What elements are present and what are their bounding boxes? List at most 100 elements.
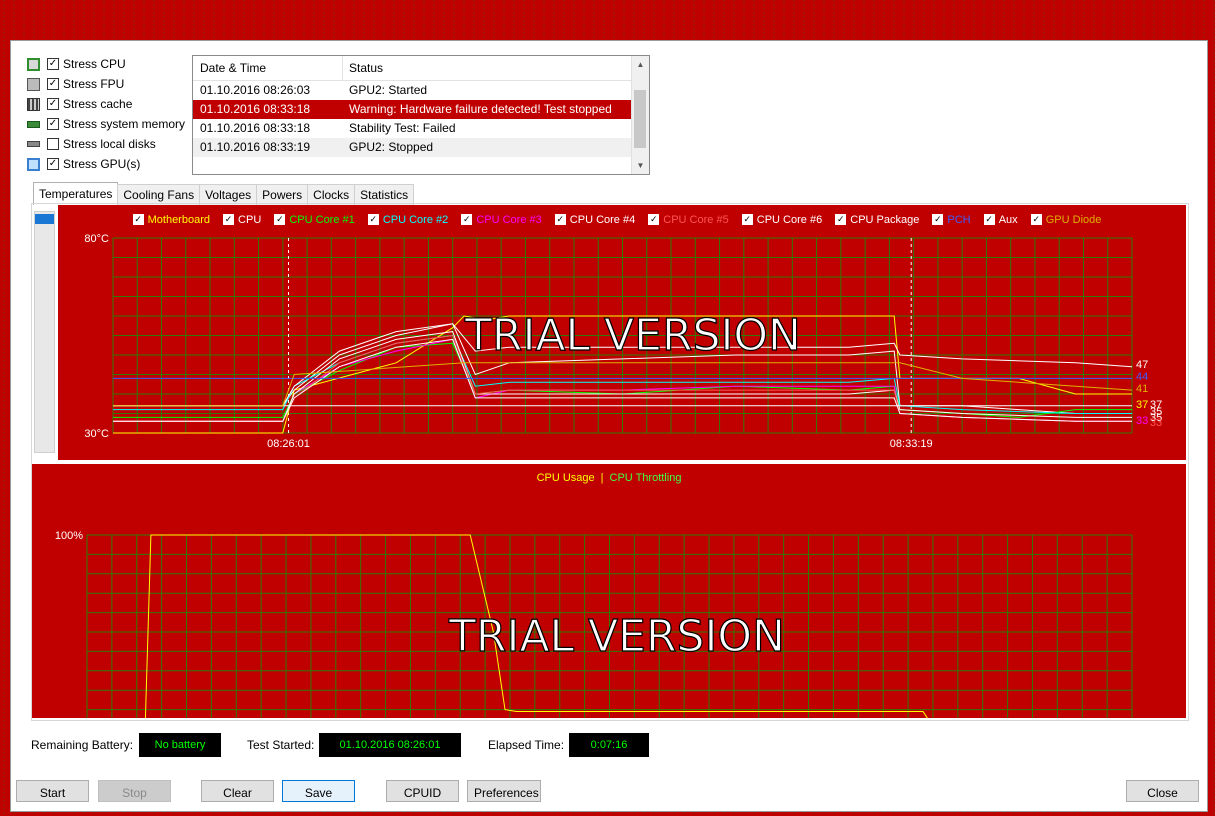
cache-icon: [27, 97, 40, 111]
battery-value: No battery: [139, 733, 221, 757]
scroll-thumb[interactable]: [634, 90, 646, 148]
log-row-error[interactable]: 01.10.2016 08:33:18 Warning: Hardware fa…: [193, 100, 631, 119]
legend-cpu-core-3[interactable]: ✓ CPU Core #3: [461, 214, 542, 226]
test-started-value: 01.10.2016 08:26:01: [319, 733, 461, 757]
stress-memory-label: Stress system memory: [63, 117, 186, 131]
legend-cpu-usage: CPU Usage: [536, 472, 595, 484]
battery-label: Remaining Battery:: [31, 738, 134, 752]
stress-gpu-checkbox[interactable]: ✓: [47, 158, 59, 170]
scroll-up-icon[interactable]: ▲: [632, 56, 649, 73]
monitor-icon: [27, 157, 40, 171]
stress-cpu-checkbox[interactable]: ✓: [47, 58, 59, 70]
log-row[interactable]: 01.10.2016 08:26:03 GPU2: Started: [193, 81, 631, 100]
stress-gpu-row[interactable]: ✓ Stress GPU(s): [27, 154, 197, 174]
sensor-scroll-thumb[interactable]: [35, 214, 54, 224]
y-tick-label: 100%: [55, 530, 83, 542]
legend-separator: |: [600, 472, 604, 484]
tab-powers[interactable]: Powers: [256, 184, 309, 205]
legend-cpu-core-5[interactable]: ✓ CPU Core #5: [648, 214, 729, 226]
legend-checkbox[interactable]: ✓: [274, 214, 286, 225]
legend-cpu-core-2[interactable]: ✓ CPU Core #2: [367, 213, 449, 226]
stress-cache-row[interactable]: ✓ Stress cache: [27, 94, 197, 114]
clear-button[interactable]: Clear: [201, 780, 274, 802]
log-header: Date & Time Status: [193, 56, 649, 81]
stress-options: ✓ Stress CPU ✓ Stress FPU ✓ Stress cache…: [27, 54, 197, 174]
event-log[interactable]: Date & Time Status 01.10.2016 08:26:03 G…: [192, 55, 650, 175]
stress-memory-checkbox[interactable]: ✓: [47, 118, 59, 130]
temperature-chart-svg: 80°C30°C08:26:01 08:33:1947444137 37353533…: [84, 233, 1162, 450]
legend-motherboard[interactable]: ✓ Motherboard: [132, 213, 210, 226]
log-column-datetime[interactable]: Date & Time: [193, 56, 343, 80]
legend-checkbox[interactable]: ✓: [741, 214, 753, 225]
legend-cpu-core-1[interactable]: ✓ CPU Core #1: [274, 214, 355, 226]
stress-disks-label: Stress local disks: [63, 137, 156, 151]
usage-legend: CPU Usage | CPU Throttling: [32, 472, 1186, 484]
fpu-icon: [27, 77, 40, 91]
legend-cpu-core-4[interactable]: ✓ CPU Core #4: [554, 213, 636, 226]
legend-cpu[interactable]: ✓ CPU: [223, 214, 261, 226]
close-button[interactable]: Close: [1126, 780, 1199, 802]
legend-checkbox[interactable]: ✓: [648, 214, 660, 225]
stress-disks-checkbox[interactable]: [47, 138, 59, 150]
log-status: Stability Test: Failed: [349, 121, 456, 135]
stress-memory-row[interactable]: ✓ Stress system memory: [27, 114, 197, 134]
legend-label: Motherboard: [147, 213, 210, 226]
legend-checkbox[interactable]: ✓: [461, 214, 473, 225]
stop-button[interactable]: Stop: [98, 780, 171, 802]
preferences-button[interactable]: Preferences: [467, 780, 541, 802]
legend-checkbox[interactable]: ✓: [932, 214, 944, 225]
tab-cooling-fans[interactable]: Cooling Fans: [117, 184, 201, 205]
temperature-chart: 80°C 30°C 08:26:01 08:33:19 47 44 41 37 37 35 35 33…: [58, 205, 1186, 460]
legend-checkbox[interactable]: ✓: [367, 214, 379, 225]
legend-checkbox[interactable]: ✓: [132, 214, 144, 225]
log-row[interactable]: 01.10.2016 08:33:18 Stability Test: Fail…: [193, 119, 631, 138]
tab-temperatures[interactable]: Temperatures: [33, 182, 119, 205]
log-row[interactable]: 01.10.2016 08:33:19 GPU2: Stopped: [193, 138, 631, 157]
stress-cpu-label: Stress CPU: [63, 57, 126, 71]
log-scrollbar[interactable]: ▲ ▼: [631, 56, 649, 174]
legend-label: CPU Core #4: [569, 213, 636, 226]
stress-cpu-row[interactable]: ✓ Stress CPU: [27, 54, 197, 74]
legend-label: CPU Package: [850, 213, 920, 226]
log-time: 01.10.2016 08:33:19: [200, 140, 311, 154]
legend-label: CPU: [238, 213, 262, 226]
temperature-legend: ✓ Motherboard ✓ CPU ✓ CPU Core #1 ✓ CPU Core…: [58, 213, 1186, 226]
stress-fpu-checkbox[interactable]: ✓: [47, 78, 59, 90]
cpuid-button[interactable]: CPUID: [386, 780, 459, 802]
legend-checkbox[interactable]: ✓: [835, 214, 847, 225]
legend-checkbox[interactable]: ✓: [554, 214, 566, 225]
start-button[interactable]: Start: [16, 780, 89, 802]
log-time: 01.10.2016 08:26:03: [200, 83, 311, 97]
legend-cpu-package[interactable]: ✓ CPU Package: [835, 214, 919, 226]
legend-gpu-diode[interactable]: ✓ GPU Diode: [1030, 214, 1101, 226]
stress-cache-checkbox[interactable]: ✓: [47, 98, 59, 110]
tab-clocks[interactable]: Clocks: [307, 184, 356, 205]
log-column-status[interactable]: Status: [343, 61, 383, 75]
current-value-label: 33: [1150, 417, 1162, 429]
legend-pch[interactable]: ✓ PCH: [932, 213, 971, 226]
tab-statistics[interactable]: Statistics: [354, 184, 415, 205]
save-button[interactable]: Save: [282, 780, 355, 802]
legend-label: PCH: [947, 213, 971, 226]
legend-checkbox[interactable]: ✓: [1030, 214, 1042, 225]
current-value-label: 47: [1136, 359, 1148, 371]
stress-disks-row[interactable]: Stress local disks: [27, 134, 197, 154]
x-tick-label: 08:26:01: [267, 438, 310, 450]
log-time: 01.10.2016 08:33:18: [200, 121, 311, 135]
sensor-scrollbar[interactable]: [34, 211, 55, 453]
legend-cpu-throttling: CPU Throttling: [609, 472, 682, 484]
legend-checkbox[interactable]: ✓: [983, 214, 995, 225]
y-tick-label: 80°C: [84, 233, 109, 245]
legend-cpu-core-6[interactable]: ✓ CPU Core #6: [741, 214, 822, 226]
legend-aux[interactable]: ✓ Aux: [983, 214, 1018, 226]
legend-checkbox[interactable]: ✓: [223, 214, 235, 225]
trial-watermark: TRIAL VERSION: [464, 310, 801, 361]
tab-voltages[interactable]: Voltages: [199, 184, 258, 205]
scroll-down-icon[interactable]: ▼: [632, 157, 649, 174]
trial-watermark: TRIAL VERSION: [448, 611, 785, 662]
disk-icon: [27, 141, 40, 147]
legend-label: CPU Core #2: [382, 213, 449, 226]
stress-fpu-row[interactable]: ✓ Stress FPU: [27, 74, 197, 94]
cpu-usage-chart: 100%0%0%0%TRIAL VERSION CPU Usage | CPU Th…: [32, 464, 1186, 718]
log-time: 01.10.2016 08:33:18: [200, 102, 311, 116]
